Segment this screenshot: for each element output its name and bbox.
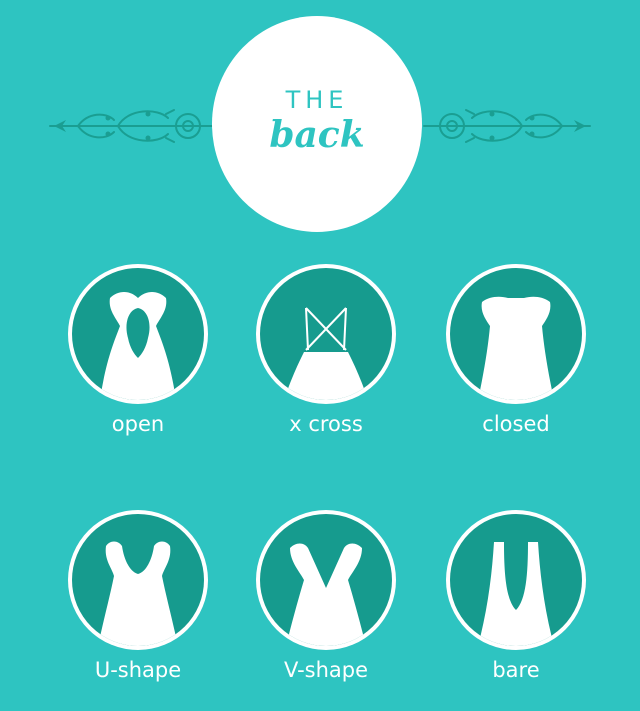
- style-badge: [446, 510, 586, 650]
- title-line-1: THE: [285, 86, 349, 114]
- right-flourish-ornament: [423, 109, 591, 143]
- style-label: open: [111, 412, 165, 436]
- style-item-x-cross: x cross: [246, 264, 406, 464]
- style-label: closed: [482, 412, 550, 436]
- u-shape-back-dress-icon: [98, 541, 178, 646]
- v-shape-back-dress-icon: [286, 543, 366, 646]
- open-back-dress-icon: [100, 292, 176, 400]
- left-flourish-ornament: [49, 109, 217, 143]
- style-item-closed: closed: [436, 264, 596, 464]
- title-line-2: back: [269, 114, 365, 156]
- style-item-v-shape: V-shape: [246, 510, 406, 710]
- style-badge: [68, 510, 208, 650]
- style-badge: [446, 264, 586, 404]
- title-circle: THE back: [212, 16, 422, 232]
- style-label: V-shape: [283, 658, 369, 682]
- style-badge: [68, 264, 208, 404]
- style-item-bare: bare: [436, 510, 596, 710]
- style-label: U-shape: [94, 658, 182, 682]
- header: THE back: [0, 0, 640, 250]
- style-badge: [256, 510, 396, 650]
- closed-back-dress-icon: [478, 296, 554, 400]
- style-label: bare: [492, 658, 540, 682]
- style-label: x cross: [289, 412, 363, 436]
- style-item-open: open: [58, 264, 218, 464]
- bare-back-dress-icon: [478, 542, 554, 646]
- style-badge: [256, 264, 396, 404]
- x-cross-back-dress-icon: [284, 307, 368, 400]
- style-item-u-shape: U-shape: [58, 510, 218, 710]
